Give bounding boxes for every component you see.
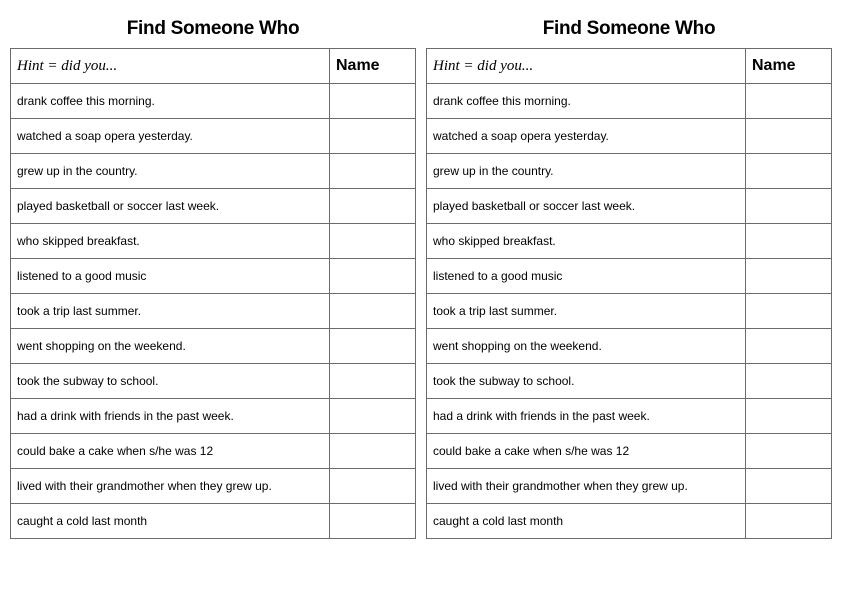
- prompt-cell: caught a cold last month: [11, 504, 330, 539]
- prompt-cell: could bake a cake when s/he was 12: [11, 434, 330, 469]
- name-cell[interactable]: [330, 504, 416, 539]
- table-row: could bake a cake when s/he was 12: [11, 434, 416, 469]
- table-row: grew up in the country.: [11, 154, 416, 189]
- table-row: went shopping on the weekend.: [11, 329, 416, 364]
- name-cell[interactable]: [746, 259, 832, 294]
- name-cell[interactable]: [746, 294, 832, 329]
- worksheet-card: Find Someone Who Hint = did you... Name …: [10, 18, 416, 577]
- worksheet-title: Find Someone Who: [426, 18, 832, 40]
- prompt-cell: listened to a good music: [427, 259, 746, 294]
- table-row: watched a soap opera yesterday.: [11, 119, 416, 154]
- prompt-cell: had a drink with friends in the past wee…: [11, 399, 330, 434]
- table-row: drank coffee this morning.: [427, 84, 832, 119]
- prompt-cell: grew up in the country.: [427, 154, 746, 189]
- prompt-cell: played basketball or soccer last week.: [427, 189, 746, 224]
- prompt-cell: caught a cold last month: [427, 504, 746, 539]
- table-row: grew up in the country.: [427, 154, 832, 189]
- name-header: Name: [746, 49, 832, 84]
- prompt-cell: lived with their grandmother when they g…: [11, 469, 330, 504]
- worksheet-table: Hint = did you... Name drank coffee this…: [426, 48, 832, 539]
- name-cell[interactable]: [746, 504, 832, 539]
- table-row: went shopping on the weekend.: [427, 329, 832, 364]
- prompt-cell: took a trip last summer.: [427, 294, 746, 329]
- name-cell[interactable]: [746, 189, 832, 224]
- table-row: had a drink with friends in the past wee…: [427, 399, 832, 434]
- name-cell[interactable]: [330, 399, 416, 434]
- prompt-cell: took a trip last summer.: [11, 294, 330, 329]
- prompt-cell: watched a soap opera yesterday.: [427, 119, 746, 154]
- prompt-cell: drank coffee this morning.: [427, 84, 746, 119]
- name-cell[interactable]: [746, 399, 832, 434]
- name-cell[interactable]: [330, 154, 416, 189]
- prompt-cell: lived with their grandmother when they g…: [427, 469, 746, 504]
- name-cell[interactable]: [330, 259, 416, 294]
- hint-header: Hint = did you...: [427, 49, 746, 84]
- name-header: Name: [330, 49, 416, 84]
- name-cell[interactable]: [330, 119, 416, 154]
- name-cell[interactable]: [330, 364, 416, 399]
- table-row: took a trip last summer.: [11, 294, 416, 329]
- table-row: who skipped breakfast.: [427, 224, 832, 259]
- prompts-body: drank coffee this morning.watched a soap…: [427, 84, 832, 539]
- name-cell[interactable]: [330, 469, 416, 504]
- table-row: took the subway to school.: [11, 364, 416, 399]
- worksheet-table: Hint = did you... Name drank coffee this…: [10, 48, 416, 539]
- name-cell[interactable]: [746, 154, 832, 189]
- name-cell[interactable]: [746, 119, 832, 154]
- table-row: caught a cold last month: [427, 504, 832, 539]
- prompt-cell: went shopping on the weekend.: [11, 329, 330, 364]
- prompt-cell: listened to a good music: [11, 259, 330, 294]
- name-cell[interactable]: [746, 469, 832, 504]
- worksheet-card: Find Someone Who Hint = did you... Name …: [426, 18, 832, 577]
- name-cell[interactable]: [746, 224, 832, 259]
- table-row: listened to a good music: [427, 259, 832, 294]
- prompt-cell: drank coffee this morning.: [11, 84, 330, 119]
- table-row: caught a cold last month: [11, 504, 416, 539]
- prompt-cell: took the subway to school.: [427, 364, 746, 399]
- table-row: played basketball or soccer last week.: [11, 189, 416, 224]
- table-row: watched a soap opera yesterday.: [427, 119, 832, 154]
- table-row: took the subway to school.: [427, 364, 832, 399]
- table-row: drank coffee this morning.: [11, 84, 416, 119]
- name-cell[interactable]: [330, 294, 416, 329]
- prompt-cell: played basketball or soccer last week.: [11, 189, 330, 224]
- name-cell[interactable]: [746, 84, 832, 119]
- prompt-cell: grew up in the country.: [11, 154, 330, 189]
- prompt-cell: who skipped breakfast.: [11, 224, 330, 259]
- name-cell[interactable]: [746, 434, 832, 469]
- table-row: lived with their grandmother when they g…: [11, 469, 416, 504]
- prompt-cell: had a drink with friends in the past wee…: [427, 399, 746, 434]
- prompt-cell: could bake a cake when s/he was 12: [427, 434, 746, 469]
- worksheet-title: Find Someone Who: [10, 18, 416, 40]
- table-row: lived with their grandmother when they g…: [427, 469, 832, 504]
- table-row: could bake a cake when s/he was 12: [427, 434, 832, 469]
- name-cell[interactable]: [746, 364, 832, 399]
- prompts-body: drank coffee this morning.watched a soap…: [11, 84, 416, 539]
- prompt-cell: who skipped breakfast.: [427, 224, 746, 259]
- table-row: had a drink with friends in the past wee…: [11, 399, 416, 434]
- prompt-cell: went shopping on the weekend.: [427, 329, 746, 364]
- hint-header: Hint = did you...: [11, 49, 330, 84]
- table-row: listened to a good music: [11, 259, 416, 294]
- name-cell[interactable]: [330, 434, 416, 469]
- table-row: took a trip last summer.: [427, 294, 832, 329]
- name-cell[interactable]: [330, 189, 416, 224]
- prompt-cell: watched a soap opera yesterday.: [11, 119, 330, 154]
- name-cell[interactable]: [330, 84, 416, 119]
- name-cell[interactable]: [330, 329, 416, 364]
- name-cell[interactable]: [746, 329, 832, 364]
- table-row: who skipped breakfast.: [11, 224, 416, 259]
- prompt-cell: took the subway to school.: [11, 364, 330, 399]
- table-row: played basketball or soccer last week.: [427, 189, 832, 224]
- name-cell[interactable]: [330, 224, 416, 259]
